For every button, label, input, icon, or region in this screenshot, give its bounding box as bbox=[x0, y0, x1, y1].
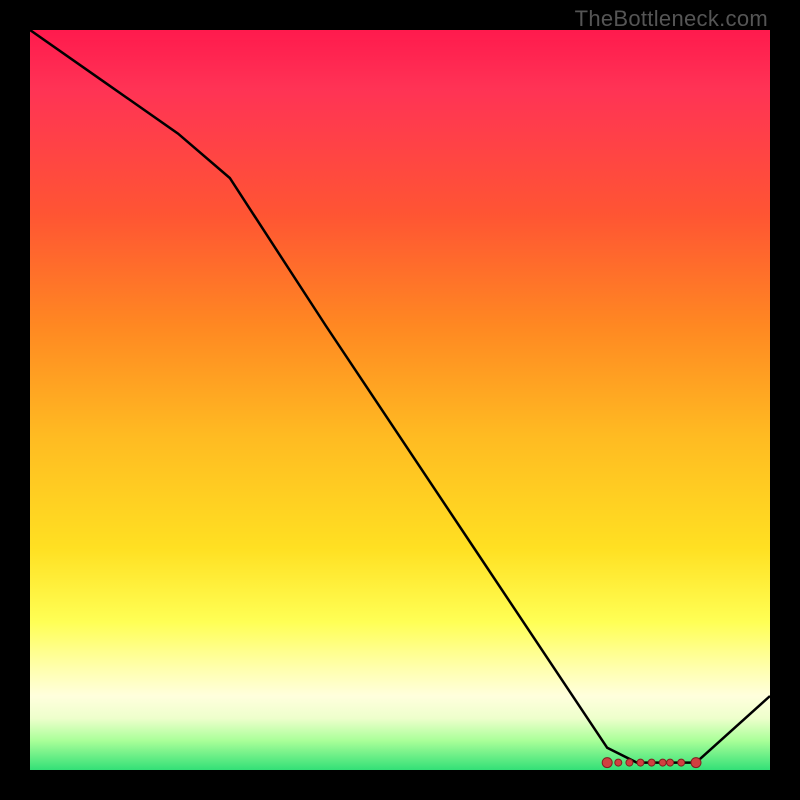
marker-dot bbox=[626, 759, 633, 766]
plot-area bbox=[30, 30, 770, 770]
chart-container: TheBottleneck.com bbox=[0, 0, 800, 800]
watermark-text: TheBottleneck.com bbox=[575, 6, 768, 32]
marker-dot bbox=[615, 759, 622, 766]
marker-dot bbox=[667, 759, 674, 766]
marker-dot bbox=[691, 758, 701, 768]
marker-dot bbox=[659, 759, 666, 766]
marker-dot bbox=[648, 759, 655, 766]
marker-dot bbox=[678, 759, 685, 766]
marker-dot bbox=[637, 759, 644, 766]
marker-dot bbox=[602, 758, 612, 768]
curve-markers bbox=[30, 30, 770, 770]
